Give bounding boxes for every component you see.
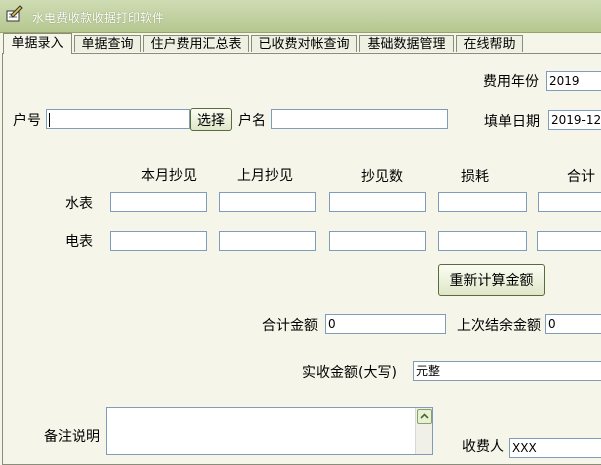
account-name-label: 户名	[238, 113, 266, 129]
tab-online-help[interactable]: 在线帮助	[456, 35, 523, 52]
fill-date-field[interactable]: 2019-12	[548, 110, 601, 130]
electric-reading-count-field[interactable]	[329, 231, 426, 251]
actual-amount-field[interactable]: 元整	[413, 361, 601, 381]
recalculate-amount-button[interactable]: 重新计算金额	[438, 264, 545, 296]
tab-paid-reconciliation[interactable]: 已收费对帐查询	[251, 35, 357, 52]
col-current-reading: 本月抄见	[141, 168, 197, 184]
water-loss-field[interactable]	[438, 192, 527, 212]
select-button[interactable]: 选择	[190, 108, 232, 131]
fee-year-label: 费用年份	[483, 74, 539, 90]
last-balance-field[interactable]: 0	[545, 314, 601, 334]
fee-year-field[interactable]: 2019	[546, 71, 601, 91]
col-total: 合计	[567, 169, 595, 185]
remarks-scrollbar[interactable]	[415, 408, 432, 454]
total-amount-label: 合计金额	[262, 318, 318, 334]
fill-date-label: 填单日期	[484, 114, 540, 130]
window-title: 水电费收款收据打印软件	[32, 11, 165, 25]
remarks-textarea[interactable]	[106, 407, 433, 455]
electric-loss-field[interactable]	[438, 231, 527, 251]
electric-last-reading-field[interactable]	[219, 231, 316, 251]
water-reading-count-field[interactable]	[329, 192, 426, 212]
total-amount-field[interactable]: 0	[325, 314, 446, 334]
last-balance-label: 上次结余金额	[457, 318, 541, 334]
col-last-reading: 上月抄见	[237, 168, 293, 184]
tab-bar: 单据录入 单据查询 住户费用汇总表 已收费对帐查询 基础数据管理 在线帮助	[0, 33, 601, 54]
water-total-field[interactable]	[538, 192, 601, 212]
water-meter-label: 水表	[65, 196, 93, 212]
tab-household-summary[interactable]: 住户费用汇总表	[143, 35, 249, 52]
account-no-label: 户号	[13, 113, 41, 129]
scroll-up-button[interactable]	[417, 409, 432, 424]
text-cursor	[49, 112, 50, 127]
title-bar: 水电费收款收据打印软件	[0, 0, 601, 33]
app-icon	[6, 5, 23, 22]
tab-basic-data[interactable]: 基础数据管理	[359, 35, 454, 52]
water-current-reading-field[interactable]	[110, 192, 207, 212]
collector-label: 收费人	[462, 439, 504, 455]
account-name-field[interactable]	[271, 109, 448, 129]
collector-field[interactable]: XXX	[509, 438, 601, 458]
tab-receipt-query[interactable]: 单据查询	[74, 35, 141, 52]
actual-amount-label: 实收金额(大写)	[302, 365, 397, 381]
account-no-field[interactable]	[46, 109, 190, 129]
chevron-up-icon	[420, 413, 429, 419]
water-last-reading-field[interactable]	[219, 192, 316, 212]
col-reading-count: 抄见数	[361, 169, 403, 185]
tab-receipt-entry[interactable]: 单据录入	[3, 33, 72, 54]
col-loss: 损耗	[461, 169, 489, 185]
electric-current-reading-field[interactable]	[110, 231, 207, 251]
electric-meter-label: 电表	[65, 234, 93, 250]
electric-total-field[interactable]	[537, 231, 601, 251]
remarks-label: 备注说明	[44, 429, 100, 445]
